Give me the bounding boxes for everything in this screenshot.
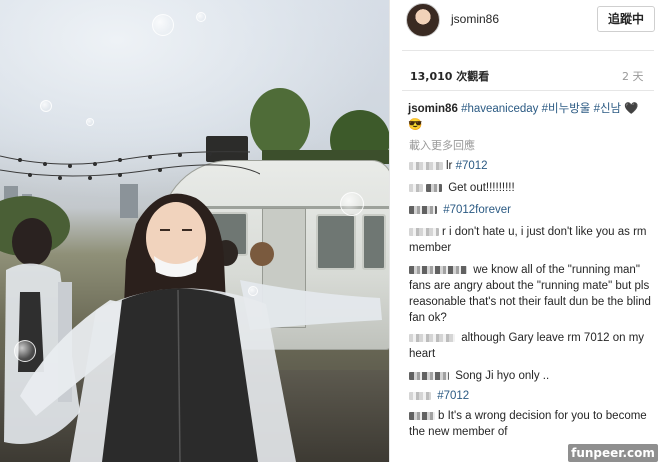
comment-username[interactable]: lr xyxy=(446,160,452,172)
hashtag[interactable]: #7012 xyxy=(437,390,469,402)
woman-in-raincoat xyxy=(20,193,382,462)
comment: r i don't hate u, i just don't like you … xyxy=(409,224,655,256)
comment-username[interactable]: b xyxy=(438,410,444,422)
bubble xyxy=(152,14,174,36)
stats-divider xyxy=(402,90,654,91)
comment: lr #7012 xyxy=(409,158,655,174)
comment: #7012forever xyxy=(409,202,655,218)
blurred-username xyxy=(409,411,435,420)
load-more-comments[interactable]: 載入更多回應 xyxy=(409,137,475,153)
blurred-username xyxy=(426,183,442,192)
bubble xyxy=(40,100,52,112)
comment: although Gary leave rm 7012 on my heart xyxy=(409,330,655,362)
hashtag[interactable]: #haveaniceday xyxy=(461,103,538,115)
post-photo[interactable] xyxy=(0,0,389,462)
comment: we know all of the "running man" fans ar… xyxy=(409,262,655,326)
blurred-username xyxy=(409,183,423,192)
blurred-username xyxy=(409,265,467,274)
string-lights xyxy=(0,151,260,180)
view-count: 13,010 次觀看 xyxy=(410,70,490,83)
blurred-username xyxy=(409,391,431,400)
comment: Song Ji hyo only .. xyxy=(409,368,655,384)
post-caption: jsomin86 #haveaniceday #비누방울 #신남 🖤😎 xyxy=(408,101,652,133)
bubble xyxy=(340,192,364,216)
comment-text: Get out!!!!!!!!! xyxy=(448,182,515,194)
following-button[interactable]: 追蹤中 xyxy=(597,6,655,32)
hashtag[interactable]: #7012forever xyxy=(443,204,511,216)
comment: b It's a wrong decision for you to becom… xyxy=(409,408,655,440)
bubble xyxy=(14,340,36,362)
bubble xyxy=(248,286,258,296)
blurred-username xyxy=(409,333,455,342)
bubble xyxy=(86,118,94,126)
watermark: funpeer.com xyxy=(568,444,658,462)
header-username[interactable]: jsomin86 xyxy=(451,12,499,26)
blurred-username xyxy=(409,161,443,170)
comment-text: It's a wrong decision for you to become … xyxy=(409,410,647,438)
caption-username[interactable]: jsomin86 xyxy=(408,103,458,115)
blurred-username xyxy=(409,371,449,380)
avatar[interactable] xyxy=(406,3,440,37)
bubble xyxy=(196,12,206,22)
blurred-username xyxy=(409,205,437,214)
hashtag[interactable]: #7012 xyxy=(456,160,488,172)
blurred-username xyxy=(409,227,439,236)
comment-username[interactable]: r xyxy=(442,226,446,238)
post-panel: jsomin86 追蹤中 13,010 次觀看 2 天 jsomin86 #ha… xyxy=(389,0,660,462)
header-divider xyxy=(402,50,654,51)
comment: #7012 xyxy=(409,388,655,404)
comment-text: Song Ji hyo only .. xyxy=(455,370,550,382)
hashtag[interactable]: #신남 xyxy=(594,103,622,115)
post-header: jsomin86 追蹤中 xyxy=(390,0,660,44)
hashtag[interactable]: #비누방울 xyxy=(542,103,591,115)
comment: Get out!!!!!!!!! xyxy=(409,180,655,196)
post-age[interactable]: 2 天 xyxy=(622,68,644,84)
